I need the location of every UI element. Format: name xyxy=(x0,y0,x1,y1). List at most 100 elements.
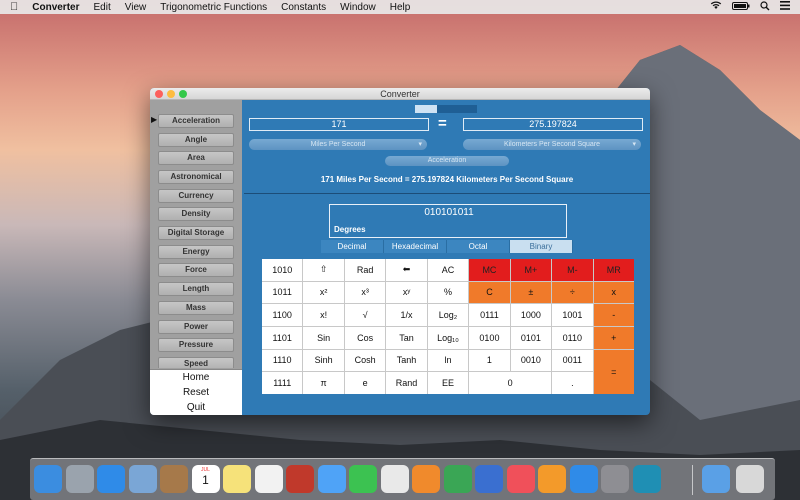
menu-view[interactable]: View xyxy=(125,2,147,13)
key-c[interactable]: C xyxy=(469,281,510,304)
key-symbol[interactable]: + xyxy=(593,326,634,349)
key-symbol[interactable]: ± xyxy=(510,281,552,304)
key-0011[interactable]: 0011 xyxy=(552,349,593,372)
battery-icon[interactable] xyxy=(732,1,750,13)
keynote-icon[interactable] xyxy=(475,465,503,493)
photos-icon[interactable] xyxy=(380,465,409,493)
menu-trigonometric-functions[interactable]: Trigonometric Functions xyxy=(160,2,267,13)
tab-decimal[interactable]: Decimal xyxy=(321,240,384,253)
key-1000[interactable]: 1000 xyxy=(510,304,552,326)
launchpad-icon[interactable] xyxy=(65,465,94,493)
photo-booth-icon[interactable] xyxy=(286,465,314,493)
safari-icon[interactable] xyxy=(97,465,125,493)
key-1001[interactable]: 1001 xyxy=(552,304,593,326)
key-m[interactable]: M- xyxy=(552,259,593,281)
key-rad[interactable]: Rad xyxy=(344,259,386,281)
input-value-field[interactable]: 171 xyxy=(249,118,429,131)
key-m[interactable]: M+ xyxy=(510,259,552,281)
menu-edit[interactable]: Edit xyxy=(94,2,111,13)
key-1011[interactable]: 1011 xyxy=(262,281,303,304)
notification-center-icon[interactable] xyxy=(780,1,790,13)
tab-binary[interactable]: Binary xyxy=(510,240,573,253)
key-0110[interactable]: 0110 xyxy=(552,326,593,349)
category-density[interactable]: Density xyxy=(158,207,234,221)
key-0100[interactable]: 0100 xyxy=(469,326,510,349)
key-tan[interactable]: Tan xyxy=(386,326,427,349)
tab-octal[interactable]: Octal xyxy=(447,240,510,253)
zoom-window-button[interactable] xyxy=(179,90,187,98)
key-x[interactable]: x! xyxy=(303,304,344,326)
reset-button[interactable]: Reset xyxy=(150,385,242,400)
key-0[interactable]: 0 xyxy=(469,372,552,394)
quit-button[interactable]: Quit xyxy=(150,400,242,415)
key-x[interactable]: x xyxy=(593,281,634,304)
home-button[interactable]: Home xyxy=(150,370,242,385)
window-titlebar[interactable]: Converter xyxy=(150,88,650,100)
key-x[interactable]: x³ xyxy=(344,281,386,304)
finder-icon[interactable] xyxy=(34,465,62,493)
category-area[interactable]: Area xyxy=(158,151,234,165)
key-ee[interactable]: EE xyxy=(427,372,469,394)
category-angle[interactable]: Angle xyxy=(158,133,234,147)
menu-app-name[interactable]: Converter xyxy=(32,2,79,13)
key-1100[interactable]: 1100 xyxy=(262,304,303,326)
key-0010[interactable]: 0010 xyxy=(510,349,552,372)
notes-icon[interactable] xyxy=(223,465,251,493)
key-e[interactable]: e xyxy=(344,372,386,394)
app-store-icon[interactable] xyxy=(569,465,598,493)
view-segment-1[interactable] xyxy=(415,105,437,113)
key-tanh[interactable]: Tanh xyxy=(386,349,427,372)
key-equals[interactable]: = xyxy=(593,349,634,394)
category-length[interactable]: Length xyxy=(158,282,234,296)
close-window-button[interactable] xyxy=(155,90,163,98)
key-sinh[interactable]: Sinh xyxy=(303,349,344,372)
tab-hexadecimal[interactable]: Hexadecimal xyxy=(384,240,447,253)
category-power[interactable]: Power xyxy=(158,320,234,334)
category-energy[interactable]: Energy xyxy=(158,245,234,259)
key-log[interactable]: Log₁₀ xyxy=(427,326,469,349)
from-unit-select[interactable]: Miles Per Second ▾ xyxy=(249,139,427,150)
converter-icon[interactable] xyxy=(632,465,661,493)
trash-icon[interactable] xyxy=(736,465,764,493)
reminders-icon[interactable] xyxy=(254,465,283,493)
key-log[interactable]: Log₂ xyxy=(427,304,469,326)
menu-window[interactable]: Window xyxy=(340,2,376,13)
spotlight-icon[interactable] xyxy=(760,0,770,14)
pages-icon[interactable] xyxy=(412,465,440,493)
key-1111[interactable]: 1111 xyxy=(262,372,303,394)
view-segment-3[interactable] xyxy=(457,105,477,113)
contacts-icon[interactable] xyxy=(160,465,188,493)
menu-constants[interactable]: Constants xyxy=(281,2,326,13)
category-currency[interactable]: Currency xyxy=(158,189,234,203)
key-1110[interactable]: 1110 xyxy=(262,349,303,372)
category-acceleration[interactable]: Acceleration xyxy=(158,114,234,128)
key-0111[interactable]: 0111 xyxy=(469,304,510,326)
key-0101[interactable]: 0101 xyxy=(510,326,552,349)
to-unit-select[interactable]: Kilometers Per Second Square ▾ xyxy=(463,139,641,150)
calendar-icon[interactable]: JUL 1 xyxy=(191,465,220,493)
current-category-pill[interactable]: Acceleration xyxy=(385,156,509,166)
key-symbol[interactable]: . xyxy=(552,372,593,394)
system-preferences-icon[interactable] xyxy=(601,465,629,493)
key-x[interactable]: x² xyxy=(303,281,344,304)
key-symbol[interactable]: ÷ xyxy=(552,281,593,304)
key-x[interactable]: xʸ xyxy=(386,281,427,304)
key-rand[interactable]: Rand xyxy=(386,372,427,394)
key-cos[interactable]: Cos xyxy=(344,326,386,349)
key-symbol[interactable]: π xyxy=(303,372,344,394)
key-symbol[interactable]: √ xyxy=(344,304,386,326)
minimize-window-button[interactable] xyxy=(167,90,175,98)
numbers-icon[interactable] xyxy=(443,465,472,493)
messages-icon[interactable] xyxy=(317,465,346,493)
key-symbol[interactable]: - xyxy=(593,304,634,326)
wifi-icon[interactable] xyxy=(710,1,722,13)
key-ln[interactable]: ln xyxy=(427,349,469,372)
key-1101[interactable]: 1101 xyxy=(262,326,303,349)
key-symbol[interactable]: % xyxy=(427,281,469,304)
category-astronomical[interactable]: Astronomical xyxy=(158,170,234,184)
downloads-icon[interactable] xyxy=(702,465,730,493)
key-ac[interactable]: AC xyxy=(427,259,469,281)
key-symbol[interactable]: ⬅ xyxy=(386,259,427,281)
view-segment-2[interactable] xyxy=(437,105,457,113)
menu-help[interactable]: Help xyxy=(390,2,411,13)
